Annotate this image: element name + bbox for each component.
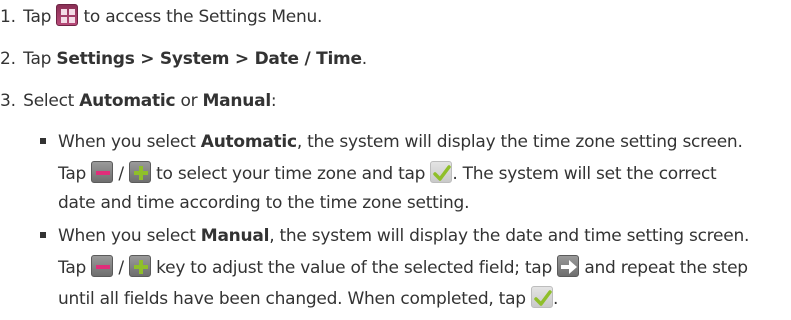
step-text: . [361, 49, 367, 69]
option-manual: Manual [200, 226, 270, 246]
plus-icon [128, 161, 151, 183]
step-number: 2. [0, 49, 16, 69]
checkmark-icon [430, 161, 453, 183]
plus-icon [128, 255, 151, 277]
bullet-text: until all fields have been changed. When… [58, 289, 526, 309]
step-text: Select [23, 91, 75, 111]
step-text: to access the Settings Menu. [83, 7, 323, 27]
bullet-text: Tap [58, 164, 87, 184]
minus-icon [91, 255, 114, 277]
bullet-text: / [118, 258, 124, 278]
step-2: 2. Tap Settings > System > Date / Time. [0, 46, 367, 72]
bullet-marker [40, 138, 46, 144]
option-manual: Manual [202, 91, 272, 111]
bullet-text: key to adjust the value of the selected … [156, 258, 552, 278]
bullet-text: When you select [58, 132, 196, 152]
step-number: 3. [0, 91, 16, 111]
minus-icon [91, 161, 114, 183]
option-automatic: Automatic [200, 132, 297, 152]
arrow-right-icon [557, 255, 580, 277]
step-3: 3. Select Automatic or Manual: [0, 88, 277, 114]
checkmark-icon [530, 286, 553, 308]
step-1: 1. Tap to access the Settings Menu. [0, 4, 322, 30]
bullet-text: , the system will display the time zone … [296, 132, 743, 152]
step-number: 1. [0, 7, 16, 27]
bullet-text: / [118, 164, 124, 184]
step-text: Tap [23, 49, 52, 69]
bullet-manual-line-2: Tap / key to adjust the value of the sel… [58, 255, 748, 281]
bullet-text: date and time according to the time zone… [58, 193, 470, 213]
menu-path: Settings > System > Date / Time [56, 49, 362, 69]
grid-icon [56, 4, 79, 26]
bullet-text: When you select [58, 226, 196, 246]
bullet-text: . The system will set the correct [452, 164, 717, 184]
bullet-text: , the system will display the date and t… [269, 226, 750, 246]
bullet-marker [40, 232, 46, 238]
step-text: or [180, 91, 198, 111]
bullet-text: Tap [58, 258, 87, 278]
bullet-text: and repeat the step [584, 258, 748, 278]
bullet-automatic: When you select Automatic, the system wi… [40, 129, 743, 155]
bullet-manual-line-3: until all fields have been changed. When… [58, 286, 558, 312]
bullet-text: to select your time zone and tap [156, 164, 426, 184]
step-text: Tap [23, 7, 52, 27]
step-text: : [270, 91, 277, 111]
bullet-manual: When you select Manual, the system will … [40, 223, 749, 249]
instructions: 1. Tap to access the Settings Menu. 2. T… [0, 0, 791, 320]
option-automatic: Automatic [79, 91, 176, 111]
bullet-automatic-line-3: date and time according to the time zone… [58, 190, 470, 216]
bullet-automatic-line-2: Tap / to select your time zone and tap .… [58, 161, 717, 187]
